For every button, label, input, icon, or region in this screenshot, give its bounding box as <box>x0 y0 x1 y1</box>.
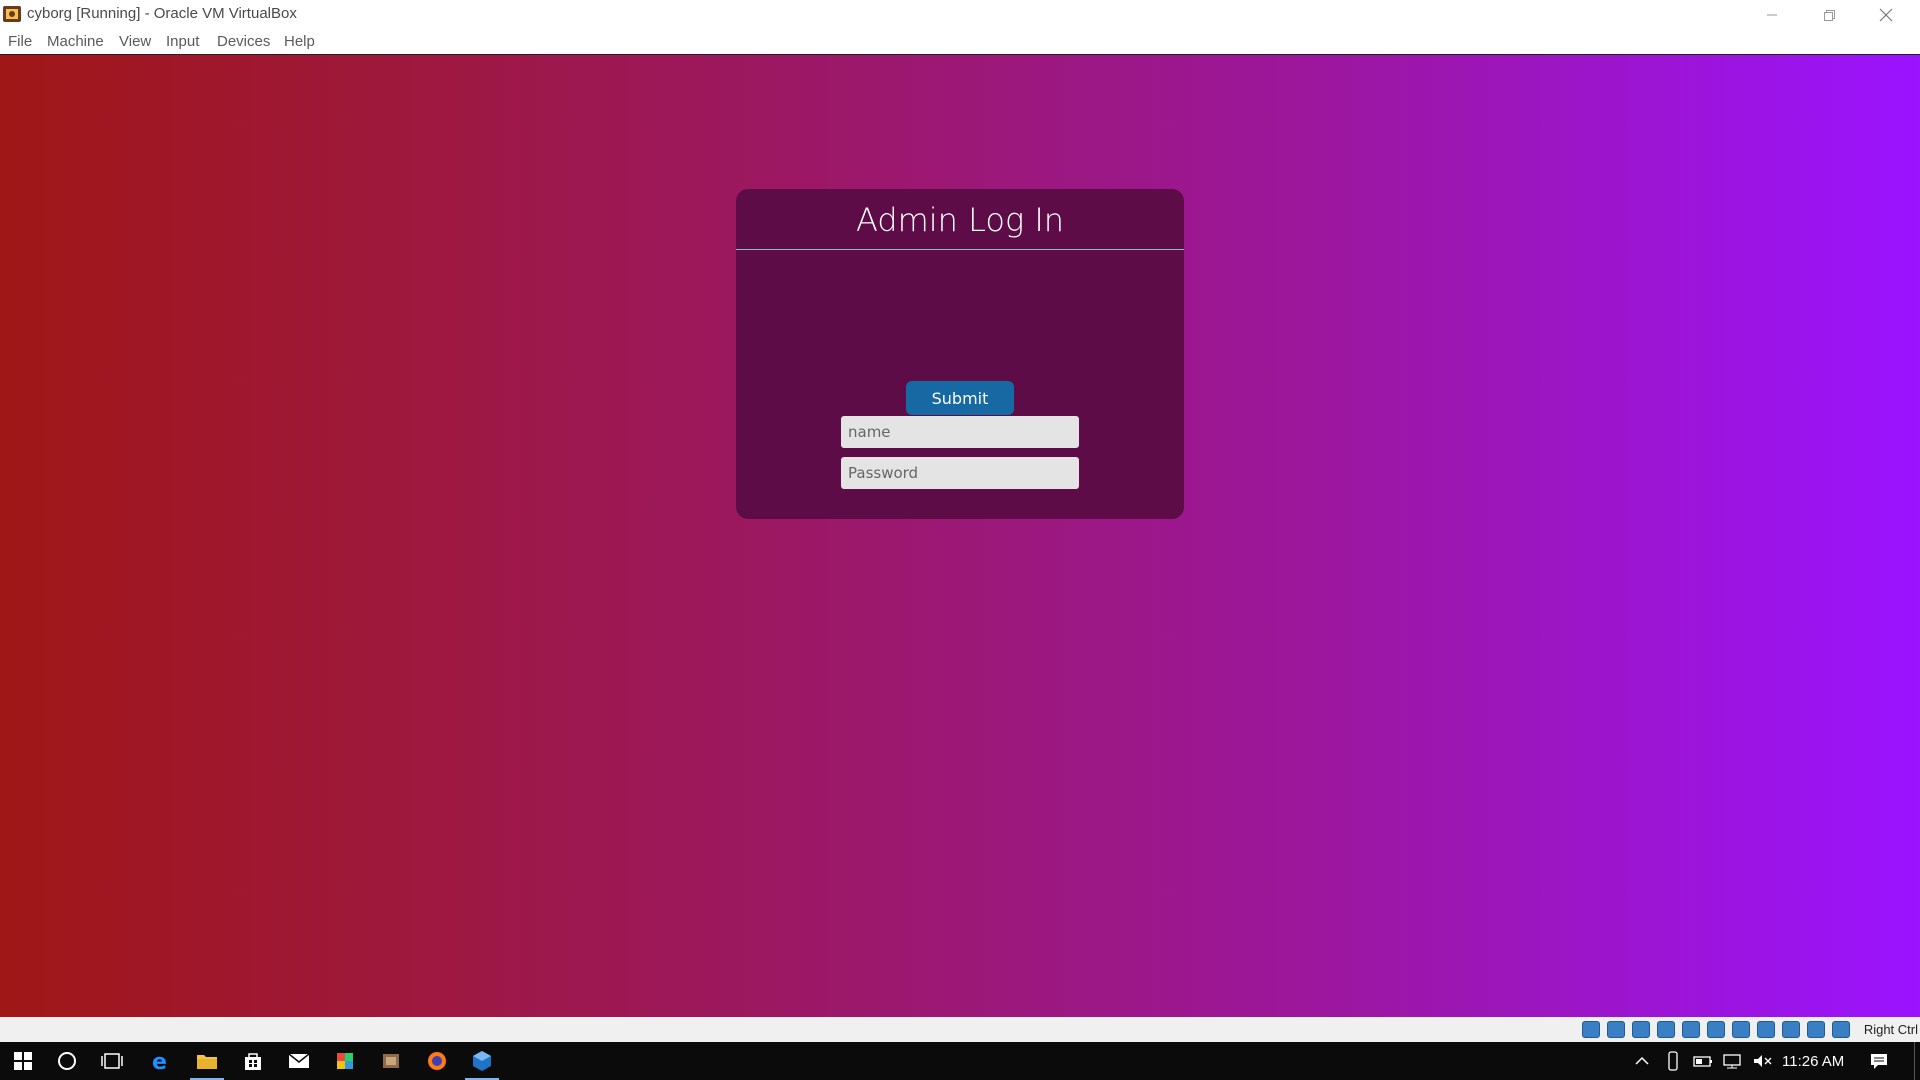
close-button[interactable] <box>1858 0 1914 30</box>
vbox-menubar: File Machine View Input Devices Help <box>0 30 1920 55</box>
network-icon[interactable] <box>1657 1021 1675 1038</box>
usb-device-icon[interactable] <box>1666 1050 1680 1072</box>
taskbar-store[interactable] <box>230 1042 276 1080</box>
shared-folders-icon[interactable] <box>1707 1021 1725 1038</box>
cortana-icon <box>58 1052 76 1070</box>
firefox-icon <box>428 1052 446 1070</box>
app-icon <box>383 1054 399 1068</box>
menu-devices[interactable]: Devices <box>217 33 270 50</box>
taskbar-firefox[interactable] <box>414 1042 460 1080</box>
usb-icon[interactable] <box>1682 1021 1700 1038</box>
office-icon <box>337 1053 353 1069</box>
display-icon[interactable] <box>1732 1021 1750 1038</box>
action-center-icon <box>1871 1054 1887 1069</box>
taskbar-edge[interactable]: e <box>137 1042 183 1080</box>
optical-drive-icon[interactable] <box>1607 1021 1625 1038</box>
video-capture-icon[interactable] <box>1757 1021 1775 1038</box>
start-button[interactable] <box>0 1042 46 1080</box>
taskbar-file-explorer[interactable] <box>184 1042 230 1080</box>
cpu-icon[interactable] <box>1782 1021 1800 1038</box>
guest-display[interactable]: Admin Log In Submit <box>0 55 1920 1017</box>
start-icon <box>14 1052 32 1070</box>
action-center-button[interactable] <box>1856 1042 1902 1080</box>
show-desktop-button[interactable] <box>1914 1042 1915 1080</box>
volume-muted-icon[interactable] <box>1752 1052 1774 1070</box>
mouse-integration-icon[interactable] <box>1807 1021 1825 1038</box>
menu-input[interactable]: Input <box>166 33 199 50</box>
window-title: cyborg [Running] - Oracle VM VirtualBox <box>27 5 297 22</box>
file-explorer-icon <box>197 1055 217 1069</box>
battery-icon[interactable] <box>1692 1052 1714 1070</box>
restore-icon <box>1823 9 1835 21</box>
vbox-status-icons <box>1582 1021 1850 1038</box>
vbox-statusbar: Right Ctrl <box>0 1017 1920 1042</box>
menu-view[interactable]: View <box>119 33 151 50</box>
close-icon <box>1879 8 1893 22</box>
minimize-icon <box>1767 14 1777 16</box>
taskbar-office[interactable] <box>322 1042 368 1080</box>
taskbar-clock[interactable]: 11:26 AM <box>1782 1053 1844 1070</box>
taskbar-mail[interactable] <box>276 1042 322 1080</box>
task-view-button[interactable] <box>89 1042 135 1080</box>
menu-file[interactable]: File <box>8 33 32 50</box>
virtualbox-app-icon <box>3 6 21 22</box>
store-icon <box>245 1053 261 1070</box>
keyboard-icon[interactable] <box>1832 1021 1850 1038</box>
menu-machine[interactable]: Machine <box>47 33 104 50</box>
audio-icon[interactable] <box>1632 1021 1650 1038</box>
minimize-button[interactable] <box>1744 0 1800 30</box>
edge-icon: e <box>152 1050 167 1072</box>
login-card: Admin Log In Submit <box>736 189 1184 519</box>
name-input[interactable] <box>841 416 1079 448</box>
virtualbox-icon <box>473 1051 491 1071</box>
mail-icon <box>288 1053 310 1068</box>
svg-text:e: e <box>152 1050 167 1072</box>
taskbar-virtualbox[interactable] <box>459 1042 505 1080</box>
host-key-label: Right Ctrl <box>1863 1022 1918 1037</box>
submit-button[interactable]: Submit <box>906 381 1014 415</box>
cortana-button[interactable] <box>44 1042 90 1080</box>
windows-taskbar: e 11:26 AM <box>0 1042 1920 1080</box>
password-input[interactable] <box>841 457 1079 489</box>
system-tray <box>1632 1042 1774 1080</box>
task-view-icon <box>101 1053 123 1069</box>
taskbar-app[interactable] <box>368 1042 414 1080</box>
window-titlebar: cyborg [Running] - Oracle VM VirtualBox <box>0 0 1920 30</box>
show-hidden-icons-icon[interactable] <box>1632 1051 1652 1071</box>
login-heading: Admin Log In <box>855 201 1065 239</box>
network-icon[interactable] <box>1722 1052 1744 1070</box>
restore-button[interactable] <box>1801 0 1857 30</box>
menu-help[interactable]: Help <box>284 33 315 50</box>
heading-divider <box>736 249 1184 250</box>
hard-disk-icon[interactable] <box>1582 1021 1600 1038</box>
